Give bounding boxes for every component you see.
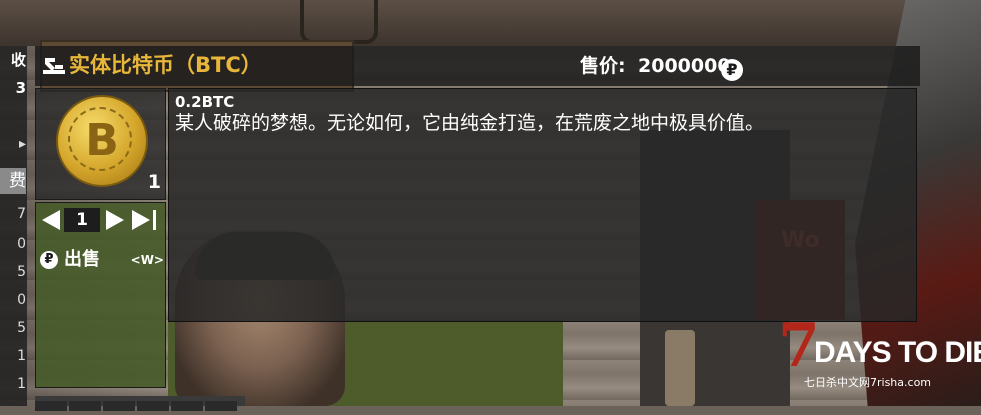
toolbelt-slot[interactable] xyxy=(137,401,169,411)
toolbelt-slot[interactable] xyxy=(103,401,135,411)
sell-label: 出售 xyxy=(64,249,100,270)
arrow-max-icon[interactable] xyxy=(132,210,150,230)
logo-subtext: 七日杀中文网7risha.com xyxy=(804,376,932,389)
bitcoin-glyph: B xyxy=(85,115,119,166)
item-icon-slot[interactable]: B 1 xyxy=(35,88,166,200)
item-name: 0.2BTC xyxy=(175,93,235,111)
left-panel-item[interactable]: 1 xyxy=(0,376,26,392)
coin-icon: ₽ xyxy=(721,59,743,81)
toolbelt-slot[interactable] xyxy=(171,401,203,411)
toolbelt-slot[interactable] xyxy=(35,401,67,411)
left-panel-item[interactable]: 0 xyxy=(0,236,26,252)
sell-hotkey: <W> xyxy=(130,253,164,267)
left-category-panel: 收 3 ▸ 费 7 0 5 0 5 1 1 xyxy=(0,46,27,406)
logo-text: DAYS TO DIE xyxy=(814,336,981,369)
left-panel-arrow-icon[interactable]: ▸ xyxy=(0,136,26,152)
trade-action-panel: 1 ₽ 出售 <W> xyxy=(35,202,166,388)
price-label: 售价: xyxy=(580,55,626,77)
scrap-icon xyxy=(43,58,65,74)
item-count: 1 xyxy=(147,171,161,193)
coin-icon: ₽ xyxy=(40,251,58,269)
toolbelt-strip xyxy=(35,396,245,411)
item-description: 某人破碎的梦想。无论如何，它由纯金打造，在荒废之地中极具价值。 xyxy=(175,112,765,134)
arrow-max-bar xyxy=(153,210,156,230)
quantity-value[interactable]: 1 xyxy=(64,208,100,232)
arrow-left-icon[interactable] xyxy=(42,210,60,230)
left-panel-item[interactable]: 5 xyxy=(0,264,26,280)
game-logo: 7 DAYS TO DIE 七日杀中文网7risha.com xyxy=(778,316,981,406)
background-lock xyxy=(665,330,695,406)
item-info-header: 实体比特币（BTC） 售价: 2000000 ₽ xyxy=(35,46,920,86)
item-description-panel: 0.2BTC 某人破碎的梦想。无论如何，它由纯金打造，在荒废之地中极具价值。 xyxy=(168,88,917,322)
left-panel-item[interactable]: 1 xyxy=(0,348,26,364)
left-panel-item[interactable]: 0 xyxy=(0,292,26,308)
toolbelt-slot[interactable] xyxy=(205,401,237,411)
sell-button[interactable]: ₽ 出售 <W> xyxy=(40,247,164,273)
background-case xyxy=(300,0,378,44)
quantity-stepper: 1 xyxy=(42,207,164,233)
left-panel-item[interactable]: 5 xyxy=(0,320,26,336)
item-title: 实体比特币（BTC） xyxy=(69,53,262,77)
arrow-right-icon[interactable] xyxy=(106,210,124,230)
left-panel-count: 收 3 xyxy=(10,51,26,97)
price-value: 2000000 xyxy=(638,55,731,77)
left-panel-item[interactable]: 7 xyxy=(0,206,26,222)
left-panel-item-selected[interactable]: 费 xyxy=(0,168,26,194)
toolbelt-slot[interactable] xyxy=(69,401,101,411)
bitcoin-icon: B xyxy=(56,95,148,187)
